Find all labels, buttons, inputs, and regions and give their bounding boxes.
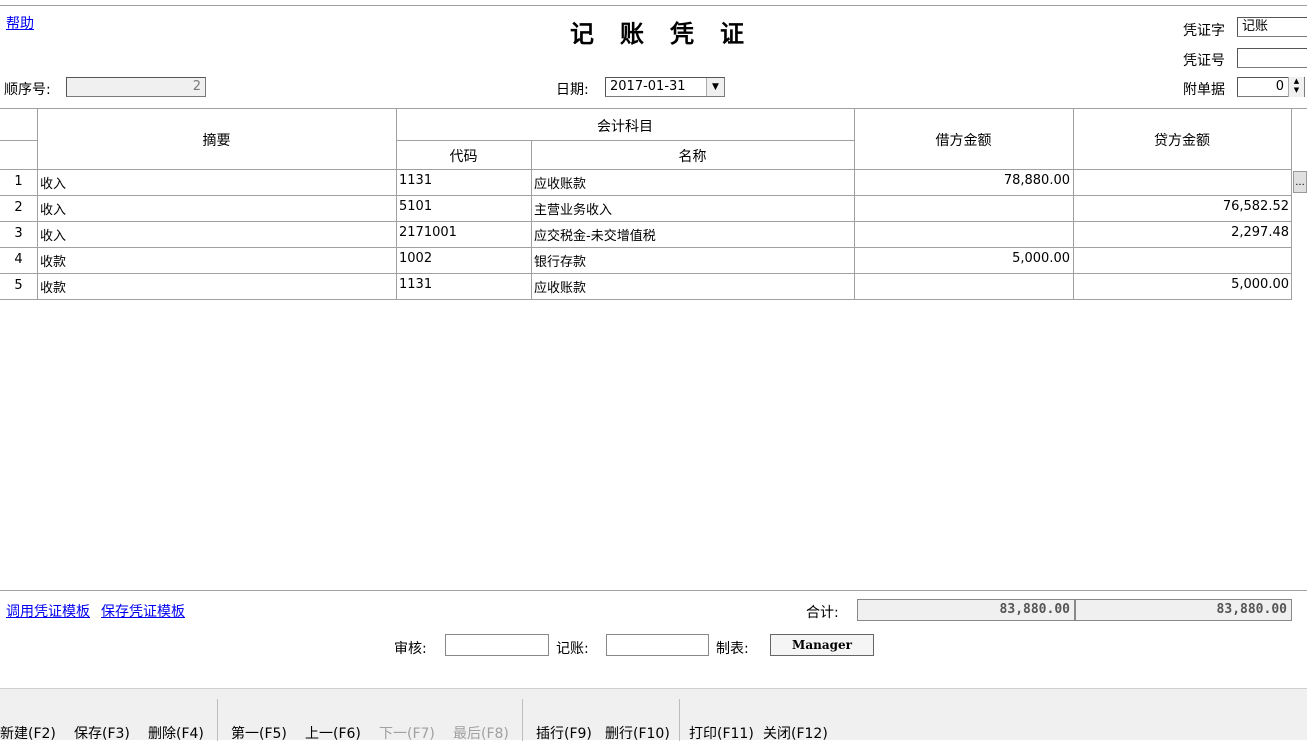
cell-credit[interactable]: 76,582.52 (1075, 199, 1289, 214)
total-credit: 83,880.00 (1075, 599, 1292, 621)
dropdown-arrow-icon[interactable]: ▼ (706, 78, 724, 96)
audit-label: 审核: (394, 641, 427, 657)
total-debit: 83,880.00 (857, 599, 1075, 621)
total-label: 合计: (806, 605, 839, 621)
print-button[interactable]: 打印(F11) (689, 723, 754, 743)
page-title: 记账凭证 (570, 19, 770, 48)
attach-spinner[interactable]: 0 ▲ ▼ (1237, 77, 1305, 97)
seq-field: 2 (66, 77, 206, 97)
post-label: 记账: (556, 641, 589, 657)
cell-debit[interactable]: 5,000.00 (856, 251, 1070, 266)
delete-button[interactable]: 删除(F4) (148, 723, 204, 743)
voucher-no-label: 凭证号 (1183, 53, 1225, 69)
maker-label: 制表: (716, 641, 749, 657)
toolbar-separator (522, 699, 523, 741)
row-number: 2 (14, 200, 23, 215)
voucher-grid: 摘要 会计科目 代码 名称 借方金额 贷方金额 1 收入 1131 应收账款 7… (0, 108, 1307, 300)
save-template-link[interactable]: 保存凭证模板 (101, 601, 185, 621)
toolbar-separator (217, 699, 218, 741)
voucher-word-label: 凭证字 (1183, 23, 1225, 39)
help-link[interactable]: 帮助 (6, 13, 34, 33)
cell-summary[interactable]: 收入 (40, 225, 66, 244)
last-button[interactable]: 最后(F8) (453, 723, 509, 743)
delete-row-button[interactable]: 删行(F10) (605, 723, 670, 743)
attach-value: 0 (1275, 79, 1284, 94)
row-number: 3 (14, 226, 23, 241)
cell-name[interactable]: 主营业务收入 (534, 199, 612, 218)
cell-code[interactable]: 5101 (399, 199, 432, 214)
row-edit-button[interactable]: ... (1293, 171, 1307, 193)
prev-button[interactable]: 上一(F6) (305, 723, 361, 743)
cell-name[interactable]: 银行存款 (534, 251, 586, 270)
maker-field: Manager (770, 634, 874, 656)
bottom-divider (0, 590, 1307, 591)
attach-label: 附单据 (1183, 82, 1225, 98)
cell-credit[interactable]: 2,297.48 (1075, 225, 1289, 240)
cell-summary[interactable]: 收款 (40, 277, 66, 296)
cell-code[interactable]: 2171001 (399, 225, 457, 240)
first-button[interactable]: 第一(F5) (231, 723, 287, 743)
spinner-arrows-icon[interactable]: ▲ ▼ (1288, 77, 1304, 97)
cell-code[interactable]: 1002 (399, 251, 432, 266)
cell-code[interactable]: 1131 (399, 277, 432, 292)
save-button[interactable]: 保存(F3) (74, 723, 130, 743)
cell-summary[interactable]: 收款 (40, 251, 66, 270)
row-number: 1 (14, 174, 23, 189)
voucher-word-field[interactable]: 记账 (1237, 17, 1307, 37)
cell-summary[interactable]: 收入 (40, 173, 66, 192)
row-number: 4 (14, 252, 23, 267)
new-button[interactable]: 新建(F2) (0, 723, 56, 743)
header-account: 会计科目 (597, 119, 653, 135)
insert-row-button[interactable]: 插行(F9) (536, 723, 592, 743)
cell-debit[interactable]: 78,880.00 (856, 173, 1070, 188)
cell-name[interactable]: 应收账款 (534, 277, 586, 296)
close-button[interactable]: 关闭(F12) (763, 723, 828, 743)
top-divider (0, 5, 1307, 6)
header-summary: 摘要 (202, 133, 231, 149)
cell-code[interactable]: 1131 (399, 173, 432, 188)
header-credit: 贷方金额 (1154, 133, 1210, 149)
cell-credit[interactable]: 5,000.00 (1075, 277, 1289, 292)
seq-label: 顺序号: (4, 82, 51, 98)
date-value: 2017-01-31 (610, 79, 686, 94)
cell-name[interactable]: 应交税金-未交增值税 (534, 225, 656, 244)
toolbar-separator (679, 699, 680, 741)
header-debit: 借方金额 (935, 133, 992, 149)
header-code: 代码 (449, 149, 478, 165)
date-label: 日期: (556, 82, 589, 98)
row-number: 5 (14, 278, 23, 293)
cell-name[interactable]: 应收账款 (534, 173, 586, 192)
date-picker[interactable]: 2017-01-31 ▼ (605, 77, 725, 97)
post-field (606, 634, 709, 656)
voucher-no-field[interactable] (1237, 48, 1307, 68)
bottom-toolbar: 新建(F2) 保存(F3) 删除(F4) 第一(F5) 上一(F6) 下一(F7… (0, 688, 1307, 743)
header-name: 名称 (678, 149, 707, 165)
next-button[interactable]: 下一(F7) (379, 723, 435, 743)
use-template-link[interactable]: 调用凭证模板 (6, 601, 90, 621)
audit-field (445, 634, 549, 656)
cell-summary[interactable]: 收入 (40, 199, 66, 218)
